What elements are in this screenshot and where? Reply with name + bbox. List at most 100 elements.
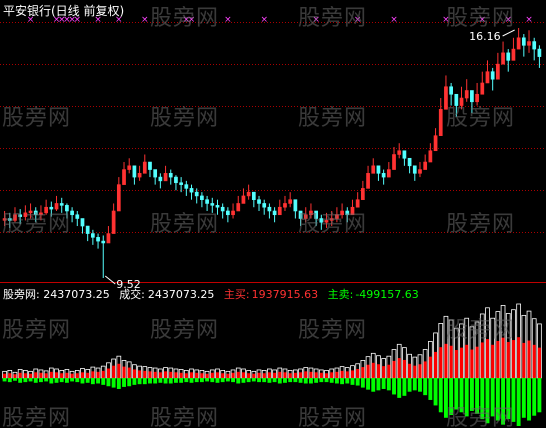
volume-buy-bar bbox=[247, 373, 251, 378]
volume-buy-bar bbox=[428, 356, 432, 378]
volume-buy-bar bbox=[132, 369, 136, 378]
volume-buy-bar bbox=[205, 373, 209, 378]
volume-buy-bar bbox=[293, 372, 297, 378]
volume-buy-bar bbox=[522, 342, 526, 378]
volume-buy-bar bbox=[278, 371, 282, 378]
volume-sell-bar bbox=[101, 378, 106, 385]
volume-label: 成交: bbox=[119, 288, 145, 301]
volume-sell-bar bbox=[38, 378, 43, 383]
volume-value: 2437073.25 bbox=[147, 288, 215, 301]
volume-buy-bar bbox=[392, 360, 396, 378]
volume-sell-bar bbox=[443, 378, 448, 418]
volume-sell-bar bbox=[158, 378, 163, 383]
volume-buy-bar bbox=[371, 362, 375, 378]
volume-buy-bar bbox=[356, 368, 360, 378]
volume-sell-bar bbox=[7, 378, 12, 383]
volume-buy-bar bbox=[434, 351, 438, 378]
candle-body bbox=[272, 210, 277, 216]
volume-buy-bar bbox=[215, 372, 220, 378]
signal-marker: × bbox=[354, 15, 362, 25]
volume-sell-bar bbox=[215, 378, 220, 383]
volume-sell-bar bbox=[506, 378, 511, 420]
volume-sell-bar bbox=[173, 378, 178, 383]
candle-body bbox=[314, 210, 318, 219]
volume-buy-bar bbox=[423, 361, 427, 378]
volume-sell-bar bbox=[262, 378, 267, 383]
volume-buy-bar bbox=[340, 370, 344, 378]
candle-body bbox=[153, 169, 158, 178]
volume-sell-bar bbox=[142, 378, 147, 385]
volume-buy-bar bbox=[366, 364, 370, 378]
volume-buy-bar bbox=[49, 371, 53, 378]
candle-body bbox=[371, 165, 376, 174]
volume-sell-bar bbox=[225, 378, 230, 382]
volume-sell-bar bbox=[516, 378, 521, 426]
candle-body bbox=[70, 210, 74, 216]
volume-sell-bar bbox=[33, 378, 38, 383]
candle-body bbox=[231, 210, 235, 216]
candle-body bbox=[189, 188, 194, 193]
volume-buy-bar bbox=[330, 372, 334, 378]
volume-readout: 成交: 2437073.25 bbox=[119, 288, 214, 301]
volume-sell-bar bbox=[454, 378, 459, 410]
candle-body bbox=[335, 214, 339, 219]
volume-buy-bar bbox=[527, 340, 531, 378]
volume-buy-bar bbox=[54, 372, 59, 378]
candle-body bbox=[2, 218, 7, 221]
volume-buy-bar bbox=[143, 370, 147, 378]
candle-body bbox=[168, 173, 173, 178]
volume-sell-bar bbox=[469, 378, 474, 411]
volume-buy-bar bbox=[501, 337, 505, 378]
candle-body bbox=[85, 225, 90, 234]
volume-buy-bar bbox=[402, 359, 406, 378]
candle-body bbox=[444, 86, 448, 110]
volume-buy-bar bbox=[470, 349, 474, 378]
volume-buy-bar bbox=[418, 364, 422, 378]
candle-body bbox=[355, 199, 360, 208]
candle-body bbox=[194, 191, 199, 197]
volume-buy-bar bbox=[13, 374, 17, 378]
volume-sell-bar bbox=[402, 378, 407, 396]
candle-body bbox=[407, 157, 412, 167]
signal-marker: × bbox=[188, 15, 196, 25]
volume-sell-bar bbox=[283, 378, 287, 383]
volume-sell-bar bbox=[303, 378, 308, 384]
volume-buy-bar bbox=[324, 373, 329, 378]
signal-marker: × bbox=[260, 15, 268, 25]
candle-body bbox=[54, 203, 59, 210]
volume-buy-bar bbox=[169, 371, 173, 378]
volume-buy-bar bbox=[80, 372, 85, 378]
volume-buy-bar bbox=[350, 370, 355, 378]
volume-sell-bar bbox=[360, 378, 365, 388]
volume-sell-bar bbox=[179, 378, 184, 383]
volume-sell-bar bbox=[132, 378, 137, 385]
candle-body bbox=[454, 93, 459, 106]
candle-body bbox=[381, 173, 386, 178]
annotation-leader bbox=[502, 29, 515, 37]
candle-body bbox=[122, 169, 126, 185]
volume-sell-bar bbox=[355, 378, 360, 386]
volume-sell-bar bbox=[334, 378, 339, 384]
volume-buy-bar bbox=[465, 344, 469, 378]
candle-body bbox=[179, 182, 183, 185]
volume-buy-bar bbox=[174, 372, 178, 378]
candle-body bbox=[480, 82, 485, 95]
volume-buy-bar bbox=[138, 370, 142, 378]
volume-buy-bar bbox=[532, 344, 536, 378]
volume-sell-bar bbox=[329, 378, 334, 383]
volume-buy-bar bbox=[179, 372, 183, 378]
candle-body bbox=[485, 71, 490, 84]
volume-buy-bar bbox=[376, 364, 380, 378]
volume-buy-bar bbox=[314, 372, 318, 378]
volume-sell-bar bbox=[116, 378, 121, 389]
volume-buy-bar bbox=[304, 371, 308, 378]
buy-value: 1937915.63 bbox=[251, 288, 319, 301]
candle-body bbox=[496, 63, 500, 80]
volume-buy-bar bbox=[210, 372, 214, 378]
candle-body bbox=[511, 48, 516, 61]
volume-sell-bar bbox=[85, 378, 90, 383]
volume-sell-bar bbox=[241, 378, 246, 383]
volume-sell-bar bbox=[464, 378, 469, 417]
volume-sell-bar bbox=[44, 378, 49, 382]
volume-buy-bar bbox=[439, 347, 443, 378]
